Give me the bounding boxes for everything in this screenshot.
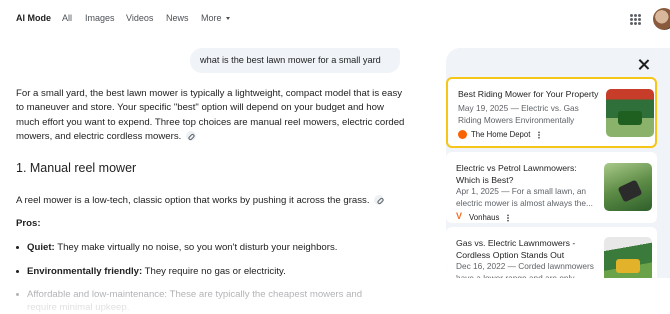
source-attribution: Vonhaus <box>456 211 510 222</box>
list-item: Environmentally friendly: They require n… <box>16 265 286 279</box>
list-item: Quiet: They make virtually no noise, so … <box>16 241 337 255</box>
source-name: Vonhaus <box>469 213 500 222</box>
bullet-text: They make virtually no noise, so you won… <box>54 242 338 253</box>
source-title[interactable]: Best Riding Mower for Your Property <box>458 89 601 101</box>
answer-intro-text: For a small yard, the best lawn mower is… <box>16 88 405 142</box>
bullet-dot <box>16 245 19 249</box>
section-paragraph: A reel mower is a low-tech, classic opti… <box>16 194 406 208</box>
close-icon[interactable] <box>636 57 652 73</box>
source-title[interactable]: Electric vs Petrol Lawnmowers: Which is … <box>456 163 599 186</box>
answer-intro: For a small yard, the best lawn mower is… <box>16 87 406 144</box>
tab-more-label: More <box>201 13 222 23</box>
apps-grid-icon[interactable] <box>630 14 641 25</box>
tab-all[interactable]: All <box>62 13 72 23</box>
pros-label: Pros: <box>16 218 41 229</box>
source-thumbnail[interactable] <box>604 237 652 278</box>
bullet-text: These are typically the cheapest mowers … <box>167 289 363 300</box>
tab-images[interactable]: Images <box>85 13 115 23</box>
link-icon[interactable] <box>185 131 196 142</box>
mower-image <box>617 179 643 203</box>
chevron-down-icon <box>225 17 230 21</box>
source-card[interactable]: Gas vs. Electric Lawnmowers - Cordless O… <box>446 227 657 278</box>
source-thumbnail[interactable] <box>604 163 652 211</box>
sources-panel: Best Riding Mower for Your Property May … <box>446 48 670 278</box>
tab-videos[interactable]: Videos <box>126 13 153 23</box>
list-item: Affordable and low-maintenance: These ar… <box>16 288 362 302</box>
source-thumbnail[interactable] <box>606 89 654 137</box>
mower-image <box>616 259 640 273</box>
bullet-text: They require no gas or electricity. <box>142 266 286 277</box>
bullet-term: Affordable and low-maintenance: <box>27 289 168 300</box>
home-depot-favicon-icon <box>458 130 467 140</box>
source-name: The Home Depot <box>471 130 531 139</box>
bullet-dot <box>16 269 19 273</box>
avatar[interactable] <box>653 8 670 30</box>
tab-more[interactable]: More <box>201 13 230 23</box>
bullet-term: Quiet: <box>27 242 55 253</box>
bullet-term: Environmentally friendly: <box>27 266 143 277</box>
source-snippet: May 19, 2025 — Electric vs. Gas Riding M… <box>458 103 579 125</box>
link-icon[interactable] <box>374 195 385 206</box>
more-vert-icon[interactable] <box>538 130 541 139</box>
source-title[interactable]: Gas vs. Electric Lawnmowers - Cordless O… <box>456 238 599 261</box>
tab-ai-mode[interactable]: AI Mode <box>16 13 51 23</box>
bullet-dot <box>16 292 19 296</box>
source-card[interactable]: Electric vs Petrol Lawnmowers: Which is … <box>446 152 657 223</box>
tab-news[interactable]: News <box>166 13 189 23</box>
vonhaus-favicon-icon <box>456 211 465 222</box>
source-attribution: The Home Depot <box>458 130 541 140</box>
top-navigation: AI Mode All Images Videos News More <box>0 0 670 38</box>
section-paragraph-text: A reel mower is a low-tech, classic opti… <box>16 195 370 206</box>
mower-image <box>618 111 642 125</box>
source-snippet: Dec 16, 2022 — Corded lawnmowers have a … <box>456 261 594 278</box>
more-vert-icon[interactable] <box>507 213 510 222</box>
bullet-continuation: require minimal upkeep. <box>27 302 130 313</box>
user-query-bubble: what is the best lawn mower for a small … <box>190 48 400 73</box>
source-card[interactable]: Best Riding Mower for Your Property May … <box>446 77 657 148</box>
section-heading: 1. Manual reel mower <box>16 161 137 175</box>
source-snippet: Apr 1, 2025 — For a small lawn, an elect… <box>456 186 593 208</box>
